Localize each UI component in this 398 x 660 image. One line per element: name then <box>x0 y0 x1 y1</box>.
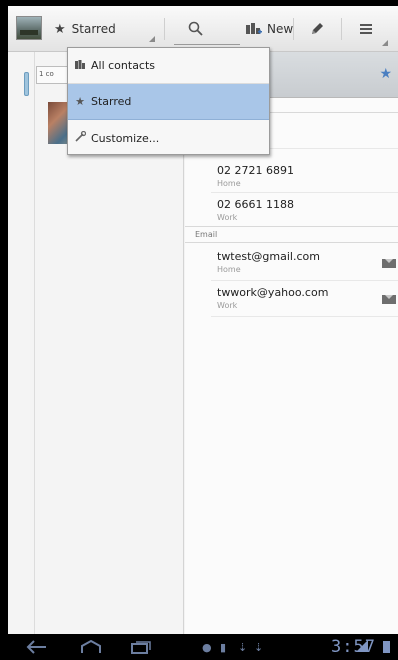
signal-icon <box>356 640 368 652</box>
row-divider <box>211 316 398 317</box>
section-divider <box>185 226 398 227</box>
email-field[interactable]: twwork@yahoo.com Work <box>217 286 328 310</box>
email-type: Home <box>217 265 241 274</box>
notification-icon: ▮ <box>220 640 227 654</box>
download-icon: ⇣ <box>254 640 264 654</box>
android-icon: ● <box>202 640 212 654</box>
spinner-corner-icon <box>382 40 388 46</box>
spinner-corner-icon <box>149 36 155 42</box>
email-field[interactable]: twtest@gmail.com Home <box>217 250 320 274</box>
contacts-icon <box>75 59 85 72</box>
email-section-label: Email <box>195 230 218 239</box>
email-type: Work <box>217 301 238 310</box>
system-bar: ● ▮ ⇣ ⇣ 3:57 <box>0 634 398 660</box>
phone-number: 02 2721 6891 <box>217 164 294 177</box>
search-icon <box>188 21 203 36</box>
list-divider <box>34 52 35 634</box>
divider <box>293 18 294 40</box>
filter-label: Starred <box>71 22 116 36</box>
new-label: New <box>267 22 294 36</box>
action-bar: ★ Starred New <box>8 6 398 52</box>
overflow-menu-button[interactable] <box>352 6 380 52</box>
pencil-icon <box>312 23 323 34</box>
overflow-menu-icon <box>360 24 372 34</box>
menu-item-customize[interactable]: Customize... <box>68 120 269 156</box>
recent-apps-icon[interactable] <box>130 634 152 660</box>
menu-item-all-contacts[interactable]: All contacts <box>68 48 269 84</box>
usb-icon: ⇣ <box>238 640 248 654</box>
back-icon[interactable] <box>26 634 48 660</box>
section-divider <box>185 242 398 243</box>
new-contact-button[interactable]: New <box>246 6 293 52</box>
filter-dropdown-menu: All contacts ★ Starred Customize... <box>67 47 270 155</box>
contacts-app: ★ Starred New 1 co ★ 02 2721 6891 Home 0… <box>8 6 398 634</box>
mail-icon[interactable] <box>382 259 396 268</box>
contact-count: 1 co <box>36 66 70 84</box>
menu-item-label: Customize... <box>91 131 160 145</box>
star-icon[interactable]: ★ <box>379 66 392 82</box>
star-icon: ★ <box>54 21 66 37</box>
menu-item-label: Starred <box>91 95 132 108</box>
phone-field[interactable]: 02 6661 1188 Work <box>217 198 294 222</box>
search-underline <box>174 44 240 45</box>
email-address: twtest@gmail.com <box>217 250 320 263</box>
fast-scroll-handle[interactable] <box>24 72 29 96</box>
battery-icon <box>383 641 390 653</box>
phone-number: 02 6661 1188 <box>217 198 294 211</box>
row-divider <box>211 280 398 281</box>
status-clock: 3:57 <box>331 637 376 657</box>
row-divider <box>211 192 398 193</box>
mail-icon[interactable] <box>382 295 396 304</box>
phone-field[interactable]: 02 2721 6891 Home <box>217 164 294 188</box>
divider <box>341 18 342 40</box>
app-icon[interactable] <box>16 16 42 40</box>
divider <box>164 18 165 40</box>
star-icon: ★ <box>75 95 85 108</box>
phone-type: Home <box>217 179 241 188</box>
add-contact-icon <box>246 23 262 34</box>
wrench-icon <box>75 130 87 145</box>
home-icon[interactable] <box>80 634 102 660</box>
filter-spinner[interactable]: ★ Starred <box>54 6 116 52</box>
email-address: twwork@yahoo.com <box>217 286 329 299</box>
menu-item-label: All contacts <box>91 59 156 72</box>
menu-item-starred[interactable]: ★ Starred <box>68 84 269 120</box>
search-button[interactable] <box>172 6 220 52</box>
edit-button[interactable] <box>301 6 333 52</box>
phone-type: Work <box>217 213 238 222</box>
